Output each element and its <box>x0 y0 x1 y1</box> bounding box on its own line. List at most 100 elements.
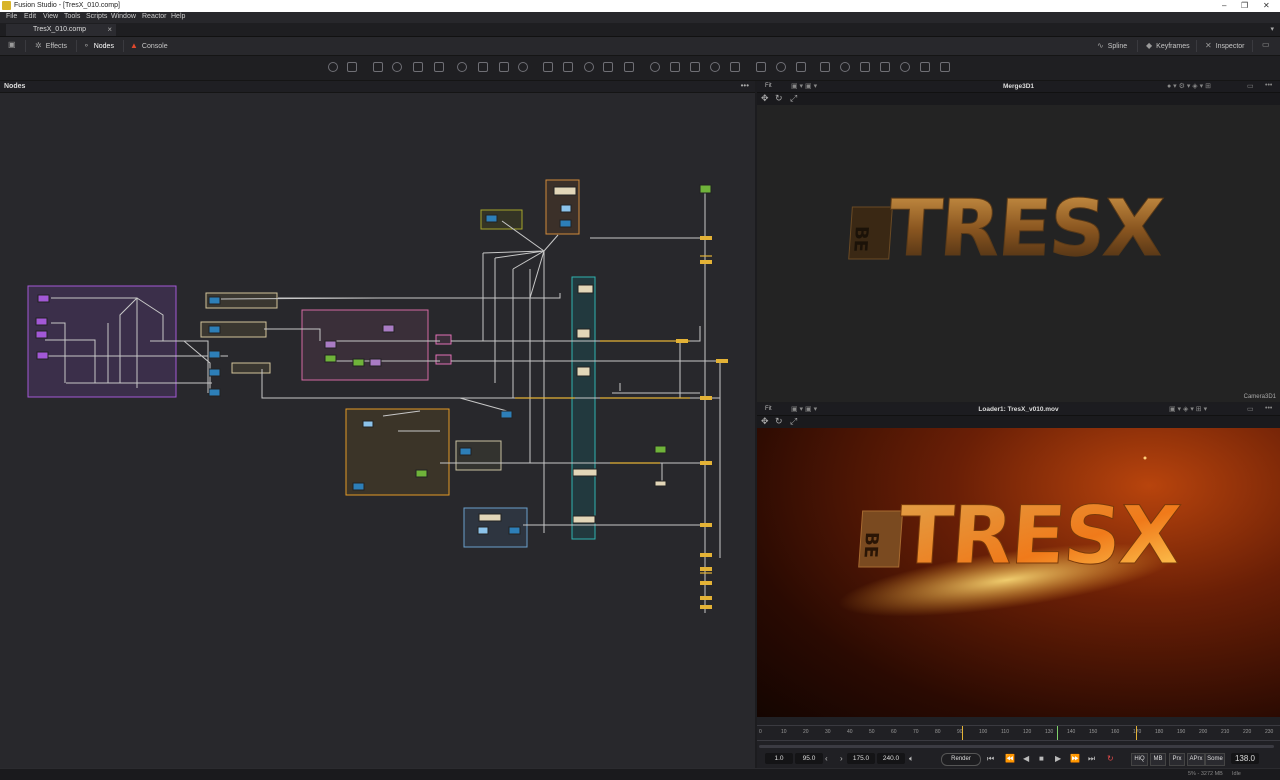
viewer-1-layout-icon[interactable]: ▭ <box>1247 82 1254 90</box>
menu-scripts[interactable]: Scripts <box>86 13 107 20</box>
render-end-field[interactable]: 175.0 <box>847 753 875 764</box>
console-button[interactable]: ▲ Console <box>130 41 168 50</box>
tab-close-icon[interactable]: × <box>107 25 112 34</box>
node-group-pink[interactable] <box>301 309 429 381</box>
paint-tool-icon[interactable] <box>392 62 402 72</box>
play-icon[interactable]: ▶ <box>1055 754 1061 763</box>
tab-composition[interactable]: TresX_010.comp × <box>6 24 116 36</box>
background-tool-icon[interactable] <box>328 62 338 72</box>
ellipse-tool-icon[interactable] <box>776 62 786 72</box>
spline-button[interactable]: ∿ Spline <box>1097 41 1127 50</box>
aprx-toggle[interactable]: APrx <box>1187 753 1205 766</box>
stop-icon[interactable]: ■ <box>1039 754 1044 763</box>
merge-tool-icon[interactable] <box>478 62 488 72</box>
rays-tool-icon[interactable] <box>940 62 950 72</box>
node-group-teal[interactable] <box>571 276 596 540</box>
menu-help[interactable]: Help <box>171 13 185 20</box>
3d-tool-icon[interactable] <box>624 62 634 72</box>
viewer-2-menu-icon[interactable]: ••• <box>1265 405 1272 412</box>
tab-menu-chevron-icon[interactable]: ▾ <box>1270 25 1274 33</box>
mb-toggle[interactable]: MB <box>1150 753 1166 766</box>
image-tool-icon[interactable] <box>347 62 357 72</box>
menu-edit[interactable]: Edit <box>24 13 36 20</box>
rectangle-tool-icon[interactable] <box>796 62 806 72</box>
move-icon[interactable]: ✥ <box>761 416 769 427</box>
time-ruler[interactable]: 0 10 20 30 40 50 60 70 80 90 100 110 120 130 140 150 160… <box>757 725 1280 741</box>
restore-icon[interactable]: ❐ <box>1241 1 1248 10</box>
viewer-1-menu-icon[interactable]: ••• <box>1265 82 1272 89</box>
keyer-tool-icon[interactable] <box>900 62 910 72</box>
node-graph[interactable] <box>0 93 755 768</box>
polygon-tool-icon[interactable] <box>730 62 740 72</box>
color-tool-icon[interactable] <box>457 62 467 72</box>
play-reverse-icon[interactable]: ◀ <box>1023 754 1029 763</box>
node-group-orange[interactable] <box>345 408 450 496</box>
node-group-tan-3[interactable] <box>231 362 271 374</box>
camera-tool-icon[interactable] <box>650 62 660 72</box>
global-start-field[interactable]: 1.0 <box>765 753 793 764</box>
effects-button[interactable]: ✲ Effects <box>35 41 67 50</box>
menu-reactor[interactable]: Reactor <box>142 13 167 20</box>
fullscreen-icon[interactable]: ▭ <box>1262 40 1274 49</box>
nodes-button[interactable]: ⚬ Nodes <box>83 41 114 50</box>
panel-toggle-icon[interactable]: ▣ <box>8 40 20 49</box>
node-group-pink-small-2[interactable] <box>435 354 452 365</box>
nodes-panel-menu-icon[interactable]: ••• <box>741 81 749 90</box>
menu-tools[interactable]: Tools <box>64 13 80 20</box>
close-icon[interactable]: ✕ <box>1263 1 1270 10</box>
menu-view[interactable]: View <box>43 13 58 20</box>
render-start-marker[interactable] <box>962 726 963 740</box>
particles-tool-icon[interactable] <box>603 62 613 72</box>
step-back-icon[interactable]: ⏪ <box>1005 754 1015 763</box>
text-tool-icon[interactable] <box>373 62 383 72</box>
rotate-icon[interactable]: ↻ <box>775 416 783 427</box>
shape-tool-icon[interactable] <box>710 62 720 72</box>
render-tool-icon[interactable] <box>690 62 700 72</box>
crop-tool-icon[interactable] <box>584 62 594 72</box>
glow-tool-icon[interactable] <box>920 62 930 72</box>
next-chevron-icon[interactable]: › <box>840 754 843 763</box>
global-end-field[interactable]: 240.0 <box>877 753 905 764</box>
viewer-2-controls-icons[interactable]: ▣ ▾ ◈ ▾ ⊞ ▾ <box>1169 405 1207 413</box>
scale-icon[interactable]: ⤢ <box>790 416 797 427</box>
menu-file[interactable]: File <box>6 13 17 20</box>
menu-window[interactable]: Window <box>111 13 136 20</box>
rotate-icon[interactable]: ↻ <box>775 93 783 104</box>
prx-toggle[interactable]: Prx <box>1169 753 1185 766</box>
playhead-marker[interactable] <box>1057 726 1058 740</box>
channel-tool-icon[interactable] <box>543 62 553 72</box>
render-end-marker[interactable] <box>1136 726 1137 740</box>
keyframes-button[interactable]: ◆ Keyframes <box>1146 41 1190 50</box>
timeline-scrubber[interactable] <box>759 745 1274 748</box>
render-start-field[interactable]: 95.0 <box>795 753 823 764</box>
light-tool-icon[interactable] <box>670 62 680 72</box>
last-frame-icon[interactable]: ⏭ <box>1088 754 1095 764</box>
wand-tool-icon[interactable] <box>840 62 850 72</box>
bspline-tool-icon[interactable] <box>756 62 766 72</box>
prev-chevron-icon[interactable]: ‹ <box>825 754 828 763</box>
minimize-icon[interactable]: – <box>1222 1 1226 10</box>
hiq-toggle[interactable]: HiQ <box>1131 753 1148 766</box>
fog-tool-icon[interactable] <box>860 62 870 72</box>
viewer-2-image[interactable]: BE TRESX <box>757 428 1280 717</box>
chroma-tool-icon[interactable] <box>880 62 890 72</box>
loop-icon[interactable]: ↻ <box>1107 754 1114 763</box>
audio-icon[interactable]: 🔈︎ <box>909 754 914 764</box>
current-frame-field[interactable]: 138.0 <box>1231 753 1259 764</box>
first-frame-icon[interactable]: ⏮ <box>987 754 994 764</box>
move-icon[interactable]: ✥ <box>761 93 769 104</box>
step-forward-icon[interactable]: ⏩ <box>1070 754 1080 763</box>
blur-tool-icon[interactable] <box>434 62 444 72</box>
viewer-1-controls-icons[interactable]: ● ▾ ⚙ ▾ ◈ ▾ ⊞ <box>1167 82 1211 90</box>
render-button[interactable]: Render <box>941 753 981 766</box>
some-toggle[interactable]: Some <box>1205 753 1225 766</box>
viewer-2-layout-icon[interactable]: ▭ <box>1247 405 1254 413</box>
node-group-pink-small[interactable] <box>435 334 452 345</box>
mask-tool-icon[interactable] <box>413 62 423 72</box>
bitmap-tool-icon[interactable] <box>820 62 830 72</box>
transform-tool-icon[interactable] <box>499 62 509 72</box>
tracker-tool-icon[interactable] <box>518 62 528 72</box>
inspector-button[interactable]: ✕ Inspector <box>1205 41 1245 50</box>
viewer-1-image[interactable]: BE TRESX Camera3D1 <box>757 105 1280 402</box>
scale-icon[interactable]: ⤢ <box>790 93 797 104</box>
